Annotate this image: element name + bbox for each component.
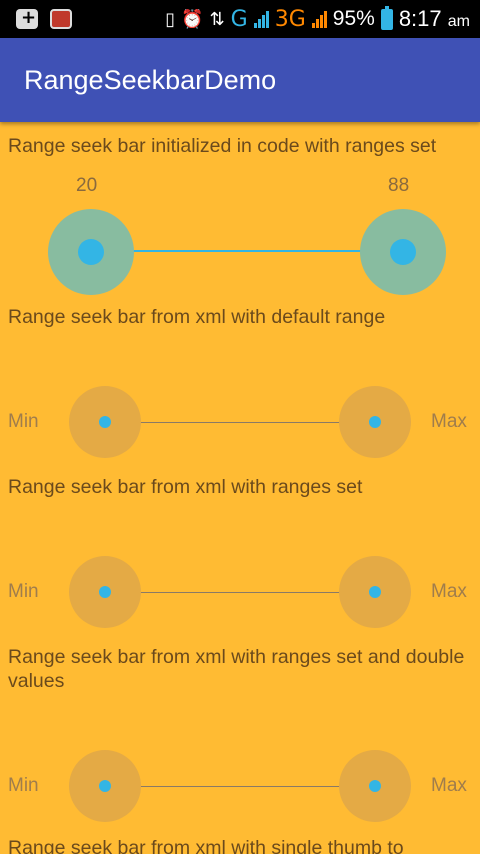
battery-percent: 95% xyxy=(332,7,375,30)
battery-icon xyxy=(380,5,393,30)
max-thumb[interactable] xyxy=(369,780,381,792)
clock: 8:17 am xyxy=(399,6,470,32)
clock-time: 8:17 xyxy=(398,6,442,31)
range-track xyxy=(105,422,375,423)
max-value-label: 88 xyxy=(388,175,410,196)
signal-strength-icon-2 xyxy=(311,10,327,28)
max-thumb[interactable] xyxy=(390,239,416,265)
max-thumb[interactable] xyxy=(369,586,381,598)
section-label-default-range: Range seek bar from xml with default ran… xyxy=(8,306,386,328)
app-title: RangeSeekbarDemo xyxy=(24,65,277,95)
min-thumb[interactable] xyxy=(78,239,104,265)
track-selected-range xyxy=(90,250,403,252)
section-label-single-thumb: Range seek bar from xml with single thum… xyxy=(8,837,404,854)
min-label: Min xyxy=(8,581,39,602)
alarm-icon: ⏰ xyxy=(181,8,204,30)
status-icons: ▯ ⏰ ⇅ G 3G 95% 8:17 am xyxy=(165,5,470,33)
min-value-label: 20 xyxy=(76,175,98,196)
min-label: Min xyxy=(8,775,39,796)
add-notification-icon xyxy=(16,7,38,29)
max-label: Max xyxy=(431,411,467,432)
network-type-3g: 3G xyxy=(274,6,306,32)
clock-suffix: am xyxy=(447,13,470,30)
app-notification-icon xyxy=(50,9,72,29)
max-label: Max xyxy=(431,581,467,602)
max-thumb[interactable] xyxy=(369,416,381,428)
vibrate-icon: ▯ xyxy=(165,8,176,30)
section-label-double-values: Range seek bar from xml with ranges set … xyxy=(8,646,465,692)
min-thumb[interactable] xyxy=(99,416,111,428)
min-thumb[interactable] xyxy=(99,780,111,792)
signal-strength-icon xyxy=(253,10,269,28)
max-label: Max xyxy=(431,775,467,796)
status-bar: ▯ ⏰ ⇅ G 3G 95% 8:17 am xyxy=(0,0,480,38)
min-thumb[interactable] xyxy=(99,586,111,598)
notification-icons xyxy=(16,7,72,29)
section-label-ranges-set: Range seek bar from xml with ranges set xyxy=(8,476,363,498)
data-sync-icon: ⇅ xyxy=(209,8,225,30)
min-label: Min xyxy=(8,411,39,432)
range-track xyxy=(105,592,375,593)
section-label-code-ranges: Range seek bar initialized in code with … xyxy=(8,135,437,157)
app-bar: RangeSeekbarDemo xyxy=(0,38,480,122)
network-type-g: G xyxy=(230,6,248,32)
range-track xyxy=(105,786,375,787)
